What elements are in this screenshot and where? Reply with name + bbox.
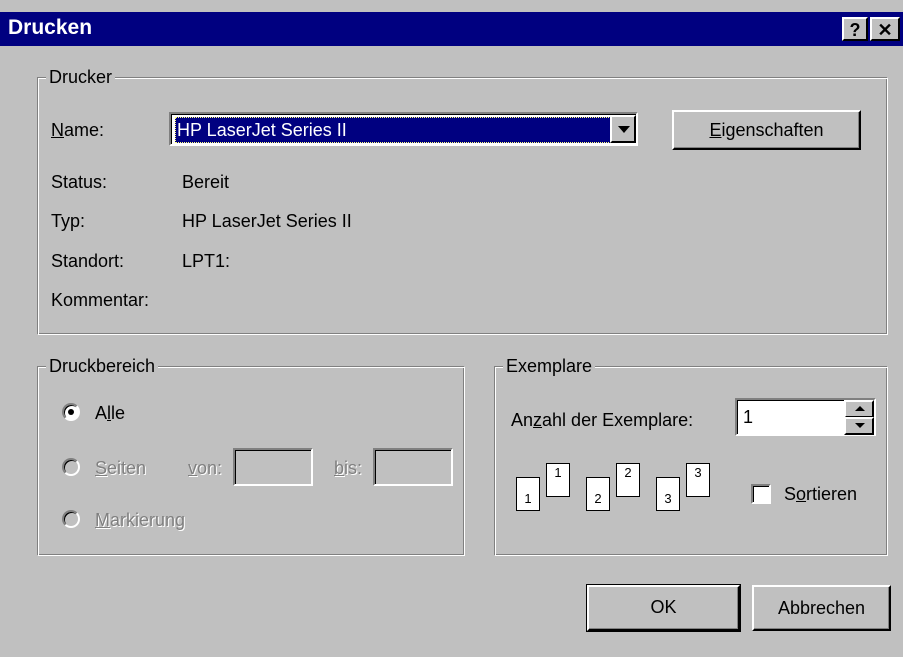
from-label: von:	[188, 458, 223, 478]
to-page-field[interactable]	[373, 448, 453, 486]
all-radio-label[interactable]: Alle	[95, 402, 125, 424]
radio-dot-icon	[68, 409, 74, 415]
pages-radio[interactable]	[62, 458, 80, 476]
print-range-legend: Druckbereich	[46, 355, 159, 377]
type-label: Typ:	[51, 211, 86, 231]
help-button[interactable]: ?	[842, 17, 868, 41]
collate-page-icon: 2	[586, 477, 610, 511]
status-label: Status:	[51, 172, 108, 192]
from-page-field[interactable]	[233, 448, 313, 486]
type-value: HP LaserJet Series II	[182, 211, 352, 231]
printer-name-select[interactable]: HP LaserJet Series II	[169, 112, 638, 146]
spin-down-icon	[855, 423, 865, 428]
status-value: Bereit	[182, 172, 230, 192]
location-value: LPT1:	[182, 251, 231, 271]
spin-up-icon	[855, 406, 865, 411]
chevron-down-icon	[618, 126, 630, 133]
copies-count-value: 1	[743, 407, 754, 427]
copies-decrement-button[interactable]	[844, 417, 874, 435]
pages-radio-label[interactable]: Seiten	[95, 457, 146, 479]
print-dialog: Drucken ? ✕ Drucker Name: HP LaserJet Se…	[0, 0, 903, 657]
copies-increment-button[interactable]	[844, 400, 874, 418]
to-label: bis:	[334, 458, 363, 478]
close-button[interactable]: ✕	[870, 17, 900, 41]
close-icon: ✕	[877, 20, 893, 40]
dropdown-button[interactable]	[610, 115, 636, 143]
printer-name-value: HP LaserJet Series II	[175, 117, 611, 143]
printer-group-legend: Drucker	[46, 66, 116, 88]
title-bar[interactable]: Drucken ? ✕	[0, 12, 903, 46]
copies-count-label: Anzahl der Exemplare:	[511, 410, 694, 430]
location-label: Standort:	[51, 251, 125, 271]
collate-page-icon: 2	[616, 463, 640, 497]
collate-page-icon: 3	[686, 463, 710, 497]
collate-page-icon: 1	[516, 477, 540, 511]
properties-button[interactable]: Eigenschaften	[672, 110, 861, 150]
collate-label[interactable]: Sortieren	[784, 483, 857, 505]
all-radio[interactable]	[62, 403, 80, 421]
printer-name-label: Name:	[51, 120, 105, 140]
selection-radio[interactable]	[62, 510, 80, 528]
selection-radio-label[interactable]: Markierung	[95, 509, 185, 531]
dialog-title: Drucken	[8, 16, 93, 39]
copies-group-legend: Exemplare	[503, 355, 596, 377]
ok-button[interactable]: OK	[586, 584, 741, 632]
copies-group: Exemplare	[494, 355, 888, 556]
collate-page-icon: 3	[656, 477, 680, 511]
printer-name-label-rest: ame:	[64, 120, 105, 140]
cancel-button[interactable]: Abbrechen	[752, 585, 891, 631]
collate-page-icon: 1	[546, 463, 570, 497]
ok-button-label: OK	[650, 597, 677, 617]
collate-checkbox[interactable]	[751, 484, 771, 504]
comment-label: Kommentar:	[51, 290, 150, 310]
